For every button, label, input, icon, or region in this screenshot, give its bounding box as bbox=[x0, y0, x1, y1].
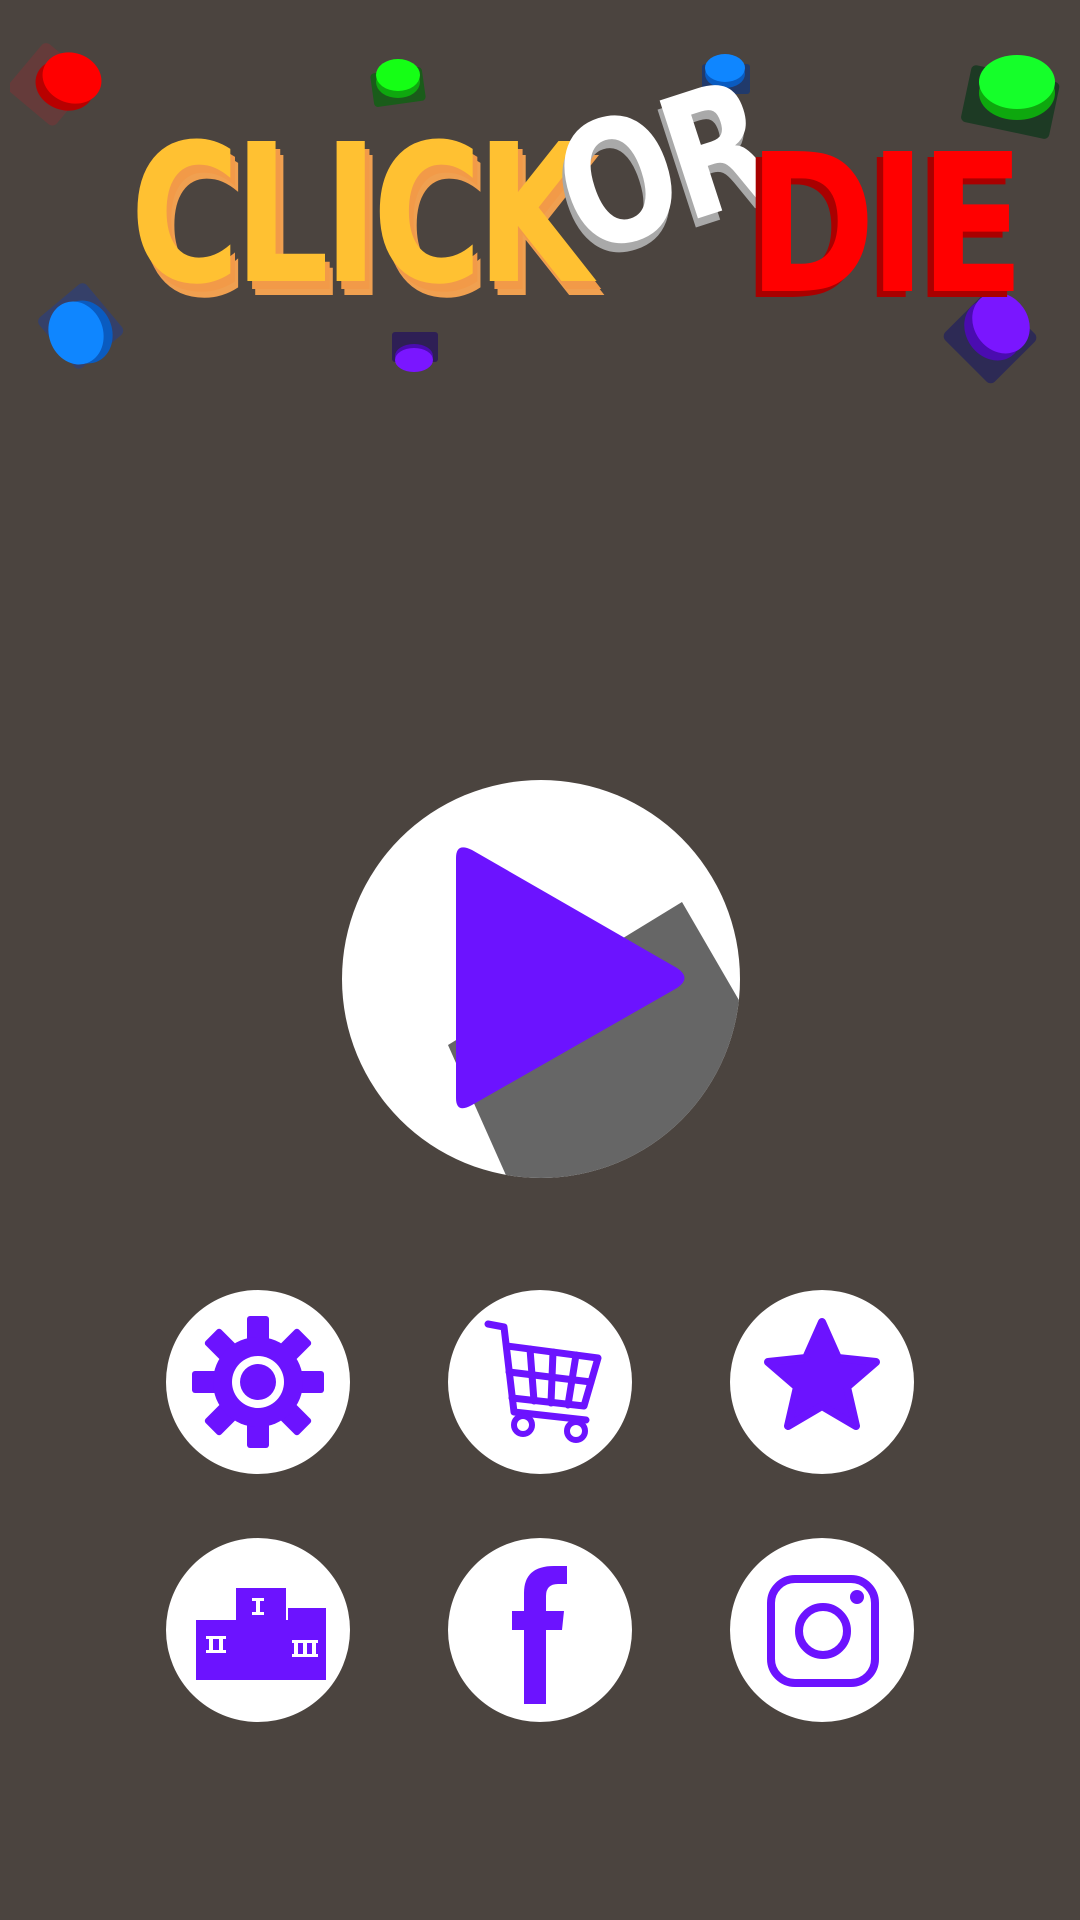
title-word-die: DIE bbox=[748, 114, 1025, 337]
cart-icon bbox=[484, 1320, 602, 1443]
decor-red-button bbox=[10, 43, 102, 126]
shop-button[interactable] bbox=[448, 1290, 632, 1474]
play-button[interactable] bbox=[342, 780, 740, 1178]
settings-button[interactable] bbox=[166, 1290, 350, 1474]
podium-icon bbox=[196, 1588, 326, 1680]
decor-purple-button-small bbox=[392, 332, 438, 372]
instagram-button[interactable] bbox=[730, 1538, 914, 1722]
play-icon bbox=[448, 847, 740, 1178]
gear-icon bbox=[192, 1316, 324, 1448]
facebook-button[interactable] bbox=[448, 1538, 632, 1722]
star-icon bbox=[764, 1318, 880, 1430]
game-title-logo: CLICK OR DIE bbox=[120, 43, 1025, 327]
decor-green-button-small bbox=[370, 59, 426, 107]
facebook-icon bbox=[512, 1566, 567, 1704]
instagram-icon bbox=[767, 1575, 879, 1687]
title-word-click: CLICK bbox=[130, 104, 592, 327]
rate-button[interactable] bbox=[730, 1290, 914, 1474]
leaderboard-button[interactable] bbox=[166, 1538, 350, 1722]
